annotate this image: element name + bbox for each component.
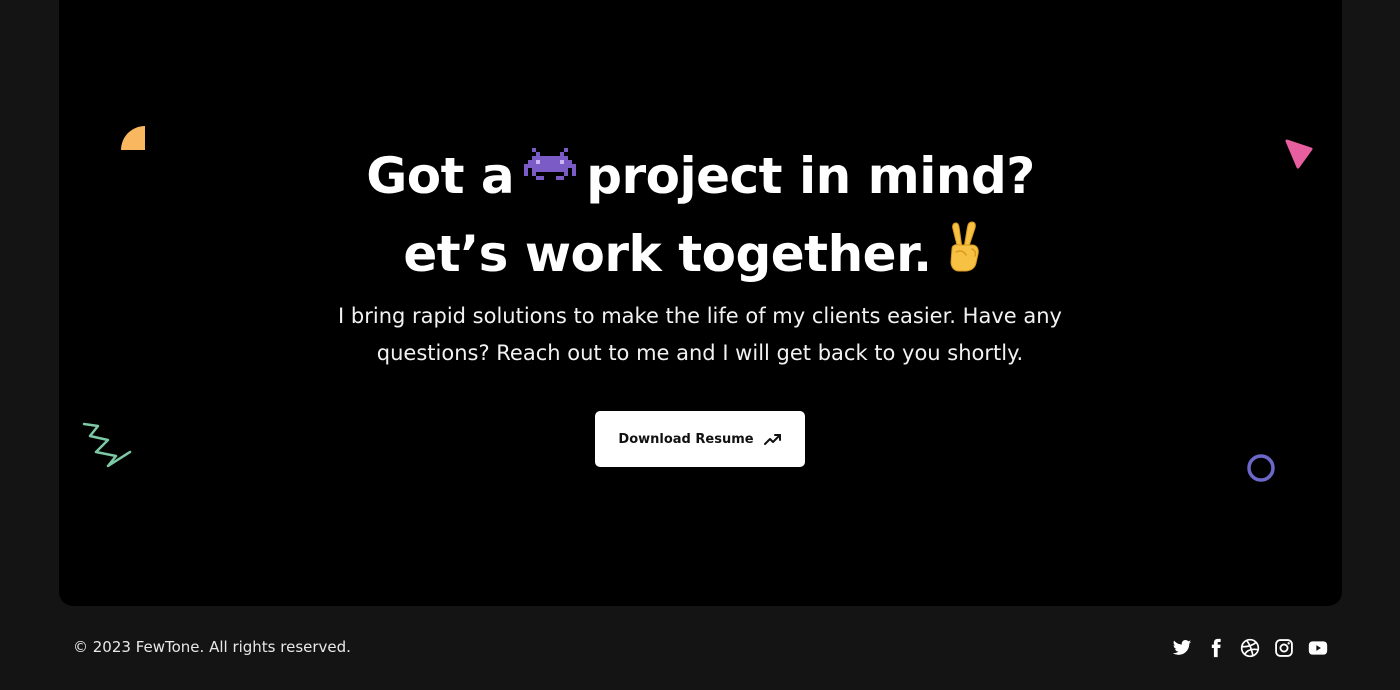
download-resume-label: Download Resume xyxy=(618,431,754,447)
contact-hero: Got a project in mind? et’s work togethe… xyxy=(59,0,1342,606)
space-invader-icon xyxy=(524,145,577,205)
zigzag-shape xyxy=(82,422,132,468)
social-links xyxy=(1172,638,1328,658)
headline-line-1: Got a project in mind? xyxy=(59,146,1342,210)
instagram-icon[interactable] xyxy=(1274,638,1294,658)
copyright-text: © 2023 FewTone. All rights reserved. xyxy=(73,638,351,656)
headline-text-start: Got a xyxy=(366,147,515,205)
ring-shape xyxy=(1247,454,1275,482)
headline-text-line-2: et’s work together. xyxy=(403,225,932,283)
trend-arrow-icon xyxy=(763,434,781,445)
headline-text-end: project in mind? xyxy=(586,147,1035,205)
headline-line-2: et’s work together. xyxy=(59,221,1342,291)
dribbble-icon[interactable] xyxy=(1240,638,1260,658)
facebook-icon[interactable] xyxy=(1206,638,1226,658)
twitter-icon[interactable] xyxy=(1172,638,1192,658)
hero-description: I bring rapid solutions to make the life… xyxy=(338,304,1062,365)
youtube-icon[interactable] xyxy=(1308,638,1328,658)
victory-hand-icon xyxy=(942,219,988,286)
download-resume-button[interactable]: Download Resume xyxy=(595,411,805,467)
